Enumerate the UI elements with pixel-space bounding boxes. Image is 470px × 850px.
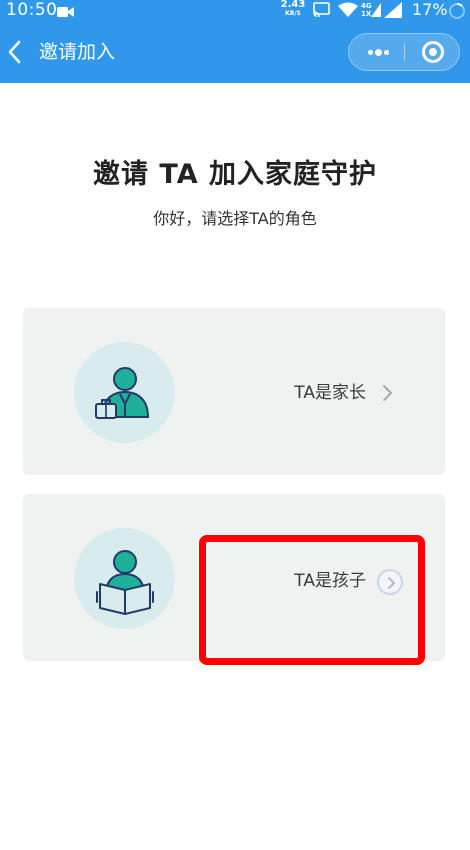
more-dot-icon [375,49,382,56]
parent-avatar-icon [74,342,175,443]
network-speed: 2.43 KB/S [279,0,307,17]
close-mini-program-button[interactable] [405,34,460,70]
close-core-icon [429,48,437,56]
video-record-icon [57,3,74,22]
page-title: 邀请 TA 加入家庭守护 [92,159,378,190]
page-subtitle: 你好，请选择TA的角色 [153,209,317,228]
more-dot-icon [384,50,389,55]
role-label-parent: TA是家长 [294,383,366,403]
child-avatar-icon [74,528,175,629]
battery-ring-icon [448,2,466,24]
chevron-right-icon [378,382,398,404]
more-options-button[interactable] [349,34,404,70]
nav-title: 邀请加入 [39,41,116,63]
role-label-child: TA是孩子 [294,571,366,591]
role-card-child[interactable]: TA是孩子 [23,494,445,661]
app-header: 10:50 2.43 KB/S 4G 1X 17% 邀请加入 [0,0,470,83]
network-sub-label: 1X [361,10,372,18]
mini-program-capsule [348,33,460,71]
battery-level: 17% [412,0,448,19]
back-arrow-icon[interactable] [4,39,26,65]
signal-strength-icon [384,2,402,22]
status-bar: 10:50 2.43 KB/S 4G 1X 17% [0,0,470,22]
network-type-label: 4G [361,2,372,10]
chevron-right-circle-icon [377,569,403,595]
cellular-network-icon: 4G 1X [361,1,383,23]
more-dot-icon [368,50,373,55]
role-card-parent[interactable]: TA是家长 [23,308,445,475]
screen-cast-icon [313,2,330,21]
network-speed-unit: KB/S [285,10,301,17]
wifi-icon [338,2,358,21]
status-time: 10:50 [6,0,58,20]
network-speed-value: 2.43 [280,0,306,10]
